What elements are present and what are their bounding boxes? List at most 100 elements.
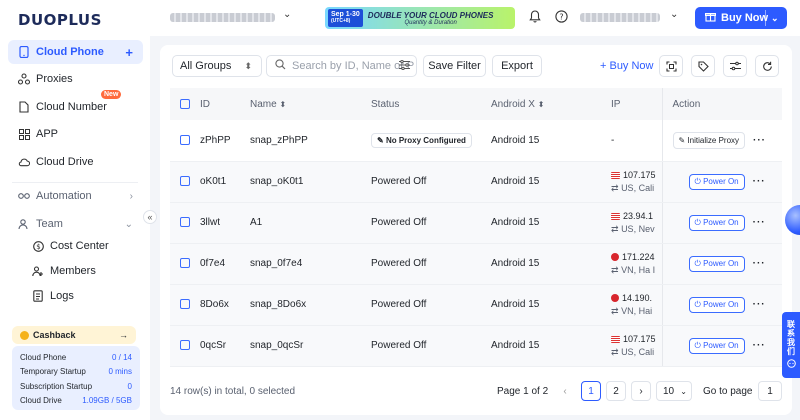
ip-cell: 171.224 ⇄ VN, Ha I (611, 251, 662, 277)
chevron-down-icon[interactable]: ⌄ (771, 13, 779, 24)
more-options-icon[interactable]: ··· (753, 340, 766, 351)
add-phone-icon[interactable]: + (125, 45, 133, 60)
initialize-proxy-button[interactable]: ✎ Initialize Proxy (672, 131, 746, 149)
refresh-icon[interactable] (755, 55, 779, 77)
search-input[interactable]: Search by ID, Name or P (266, 55, 417, 77)
stat-row: Cloud Drive 1.09GB / 5GB (20, 394, 132, 409)
row-select-cell[interactable] (170, 325, 200, 367)
row-checkbox[interactable] (180, 176, 190, 187)
more-options-icon[interactable]: ··· (753, 217, 766, 228)
row-select-cell[interactable] (170, 202, 200, 244)
power-on-button[interactable]: ⏻ Power On (688, 173, 745, 190)
action-cell: ⏻ Power On ··· (661, 325, 782, 367)
table-row[interactable]: oK0t1 snap_oK0t1 Powered Off Android 15 … (170, 161, 782, 203)
workspace-selector[interactable] (170, 13, 275, 22)
sidebar-item-proxies[interactable]: Proxies (8, 67, 143, 91)
save-filter-button[interactable]: Save Filter (423, 55, 486, 77)
tag-icon[interactable] (691, 55, 715, 77)
ip-cell: 23.94.1 ⇄ US, Nev (611, 210, 662, 236)
chevron-down-icon[interactable]: ⌄ (283, 9, 291, 20)
row-select-cell[interactable] (170, 243, 200, 285)
sidebar-item-members[interactable]: Members (22, 259, 142, 283)
scan-icon[interactable] (659, 55, 683, 77)
export-button[interactable]: Export (492, 55, 542, 77)
name-cell: snap_0f7e4 (250, 243, 371, 285)
table-row[interactable]: 8Do6x snap_8Do6x Powered Off Android 15 … (170, 284, 782, 326)
stat-value: 0 / 14 (111, 352, 132, 362)
power-icon: ⏻ (694, 340, 701, 350)
column-header-name[interactable]: Name ⬍ (250, 88, 371, 120)
page-button-2[interactable]: 2 (606, 381, 626, 401)
phone-id: 8Do6x (200, 299, 229, 310)
sidebar-item-label: Logs (50, 290, 74, 302)
group-select-value: All Groups (180, 60, 232, 72)
column-header-android[interactable]: Android X ⬍ (491, 88, 611, 120)
next-page-button[interactable]: › (631, 381, 651, 401)
goto-page-input[interactable]: 1 (758, 381, 782, 401)
more-options-icon[interactable]: ··· (753, 176, 766, 187)
more-options-icon[interactable]: ··· (753, 135, 766, 146)
prev-page-button[interactable]: ‹ (555, 381, 575, 401)
filter-icon[interactable] (399, 59, 410, 73)
promo-banner[interactable]: Sep 1-30 (UTC+8) DOUBLE YOUR CLOUD PHONES… (325, 7, 515, 29)
sidebar-item-logs[interactable]: Logs (22, 284, 142, 308)
bell-icon[interactable] (529, 10, 541, 26)
help-icon[interactable]: ? (555, 10, 568, 26)
collapse-sidebar-button[interactable]: « (143, 210, 157, 224)
row-select-cell[interactable] (170, 284, 200, 326)
sidebar-item-cloud-phone[interactable]: Cloud Phone + (8, 40, 143, 64)
sidebar: DUOPLUS Cloud Phone + Proxies Cloud Numb… (0, 0, 150, 420)
grid-icon (18, 128, 30, 140)
contact-us-tab[interactable]: 联系我们 (782, 312, 800, 378)
select-all-header[interactable] (170, 88, 200, 120)
power-on-button[interactable]: ⏻ Power On (688, 214, 745, 231)
sidebar-item-cloud-number[interactable]: Cloud Number New (8, 90, 143, 119)
sidebar-item-label: Automation (36, 190, 92, 202)
power-on-button[interactable]: ⏻ Power On (688, 296, 745, 313)
more-options-icon[interactable]: ··· (753, 258, 766, 269)
name-cell: snap_0qcSr (250, 325, 371, 367)
settings-sliders-icon[interactable] (723, 55, 747, 77)
promo-text: DOUBLE YOUR CLOUD PHONES Quantity & Dura… (368, 11, 494, 26)
row-select-cell[interactable] (170, 120, 200, 162)
table-row[interactable]: 3llwt A1 Powered Off Android 15 23.94.1 ⇄… (170, 202, 782, 244)
power-icon: ⏻ (694, 176, 701, 186)
chevron-down-icon[interactable]: ⌄ (670, 9, 678, 20)
row-checkbox[interactable] (180, 135, 190, 146)
buy-now-button[interactable]: Buy Now ⌄ (695, 7, 787, 29)
header-label: Android X (491, 98, 535, 110)
sidebar-item-automation[interactable]: Automation › (8, 184, 143, 208)
group-select[interactable]: All Groups ⬍ (172, 55, 262, 77)
select-all-checkbox[interactable] (180, 98, 190, 109)
table-row[interactable]: 0qcSr snap_0qcSr Powered Off Android 15 … (170, 325, 782, 367)
promo-date: Sep 1-30 (UTC+8) (328, 9, 363, 27)
arrow-right-icon: → (119, 330, 128, 340)
sidebar-item-cost-center[interactable]: $ Cost Center (22, 234, 142, 258)
phone-name: snap_zPhPP (250, 134, 308, 146)
chevron-down-icon: ⌄ (124, 218, 133, 230)
more-options-icon[interactable]: ··· (753, 299, 766, 310)
table-row[interactable]: zPhPP snap_zPhPP ✎ No Proxy Configured A… (170, 120, 782, 162)
row-checkbox[interactable] (180, 299, 190, 310)
account-menu[interactable] (580, 13, 660, 22)
stat-label: Temporary Startup (20, 367, 86, 377)
id-cell: 0qcSr (200, 325, 250, 367)
row-checkbox[interactable] (180, 217, 190, 228)
sort-icon[interactable]: ⬍ (279, 100, 286, 109)
buy-now-link[interactable]: + Buy Now (600, 60, 654, 72)
row-select-cell[interactable] (170, 161, 200, 203)
power-on-button[interactable]: ⏻ Power On (688, 255, 745, 272)
cashback-banner[interactable]: Cashback → (12, 326, 136, 344)
sidebar-item-app[interactable]: APP (8, 122, 143, 146)
row-checkbox[interactable] (180, 340, 190, 351)
page-size-select[interactable]: 10 ⌄ (656, 381, 692, 401)
sidebar-item-team[interactable]: Team ⌄ (8, 212, 143, 236)
sidebar-item-cloud-drive[interactable]: Cloud Drive (8, 150, 143, 174)
page-button-1[interactable]: 1 (581, 381, 601, 401)
table-row[interactable]: 0f7e4 snap_0f7e4 Powered Off Android 15 … (170, 243, 782, 285)
logo[interactable]: DUOPLUS (18, 11, 102, 29)
sort-icon[interactable]: ⬍ (538, 100, 545, 109)
power-on-button[interactable]: ⏻ Power On (688, 337, 745, 354)
name-cell: snap_oK0t1 (250, 161, 371, 203)
row-checkbox[interactable] (180, 258, 190, 269)
